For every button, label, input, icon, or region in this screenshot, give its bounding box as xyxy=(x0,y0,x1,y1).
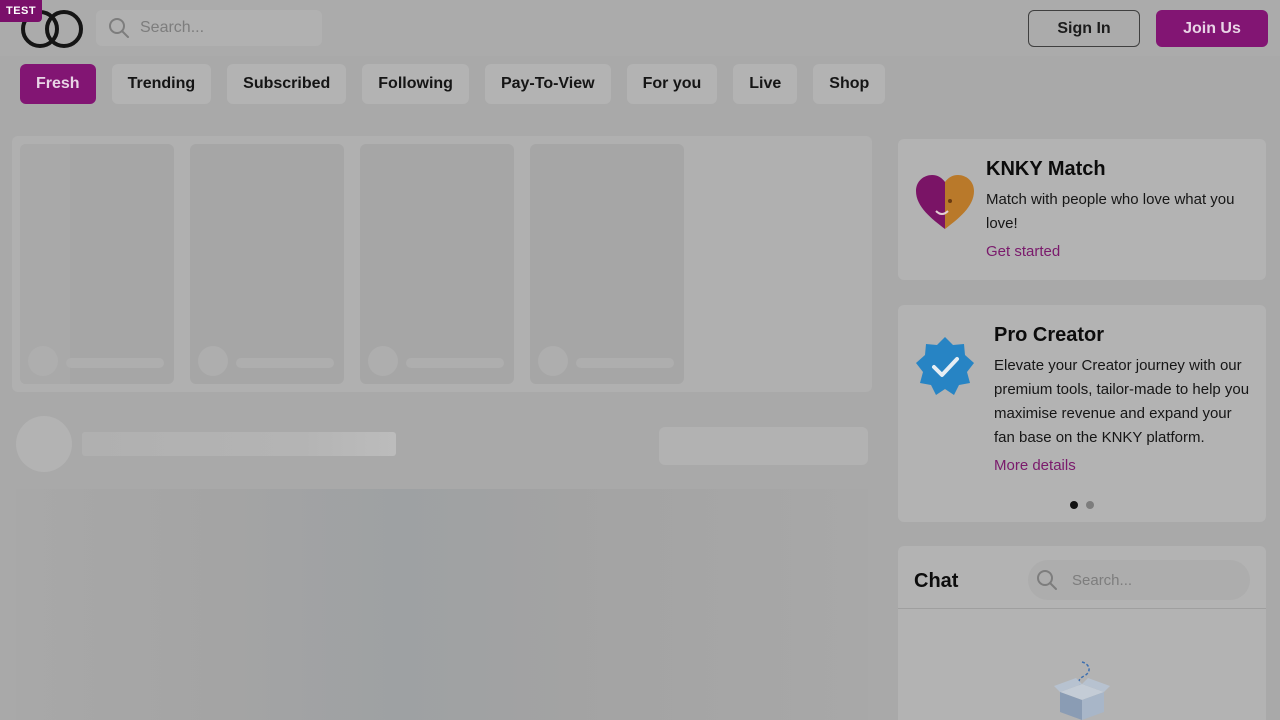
tab-pay-to-view[interactable]: Pay-To-View xyxy=(484,64,611,104)
tab-following[interactable]: Following xyxy=(362,64,469,104)
chat-search-input[interactable]: Search... xyxy=(1028,560,1250,600)
verified-badge-icon xyxy=(916,337,974,395)
join-us-button[interactable]: Join Us xyxy=(1156,10,1268,47)
post-action-skeleton xyxy=(659,427,868,465)
carousel-dot-2[interactable] xyxy=(1086,501,1094,509)
post-name-skeleton xyxy=(82,432,396,456)
tab-live[interactable]: Live xyxy=(733,64,798,104)
feed-tabs: Fresh Trending Subscribed Following Pay-… xyxy=(20,64,886,104)
empty-box-icon xyxy=(1054,661,1110,720)
pro-creator-card: Pro Creator Elevate your Creator journey… xyxy=(898,305,1266,522)
search-input[interactable]: Search... xyxy=(96,10,322,46)
chat-title: Chat xyxy=(914,570,959,592)
chat-search-placeholder: Search... xyxy=(1072,571,1133,589)
carousel-dots xyxy=(1070,501,1094,509)
search-placeholder: Search... xyxy=(140,19,205,36)
get-started-link[interactable]: Get started xyxy=(986,243,1060,260)
story-skeleton xyxy=(530,144,684,384)
chat-panel: Chat Search... xyxy=(898,546,1266,720)
match-card-title: KNKY Match xyxy=(986,158,1106,180)
tab-fresh[interactable]: Fresh xyxy=(20,64,96,104)
environment-badge: TEST xyxy=(0,0,43,22)
pro-card-title: Pro Creator xyxy=(994,324,1105,346)
tab-subscribed[interactable]: Subscribed xyxy=(227,64,347,104)
sign-in-button[interactable]: Sign In xyxy=(1028,10,1140,47)
tab-for-you[interactable]: For you xyxy=(626,64,718,104)
divider xyxy=(898,608,1266,609)
tab-shop[interactable]: Shop xyxy=(813,64,886,104)
stories-skeleton xyxy=(12,136,872,392)
post-avatar-skeleton xyxy=(16,416,72,472)
search-icon xyxy=(109,18,129,38)
tab-trending[interactable]: Trending xyxy=(111,64,212,104)
carousel-dot-1[interactable] xyxy=(1070,501,1078,509)
knky-match-card: KNKY Match Match with people who love wh… xyxy=(898,139,1266,280)
more-details-link[interactable]: More details xyxy=(994,457,1076,474)
story-skeleton xyxy=(360,144,514,384)
post-media-skeleton xyxy=(16,489,868,720)
pro-card-description: Elevate your Creator journey with our pr… xyxy=(994,357,1250,446)
heart-match-icon xyxy=(916,175,974,229)
top-header: TEST Search... Sign In Join Us xyxy=(0,0,1280,56)
story-skeleton xyxy=(190,144,344,384)
search-icon xyxy=(1037,570,1057,590)
match-card-description: Match with people who love what you love… xyxy=(986,191,1235,232)
story-skeleton xyxy=(20,144,174,384)
